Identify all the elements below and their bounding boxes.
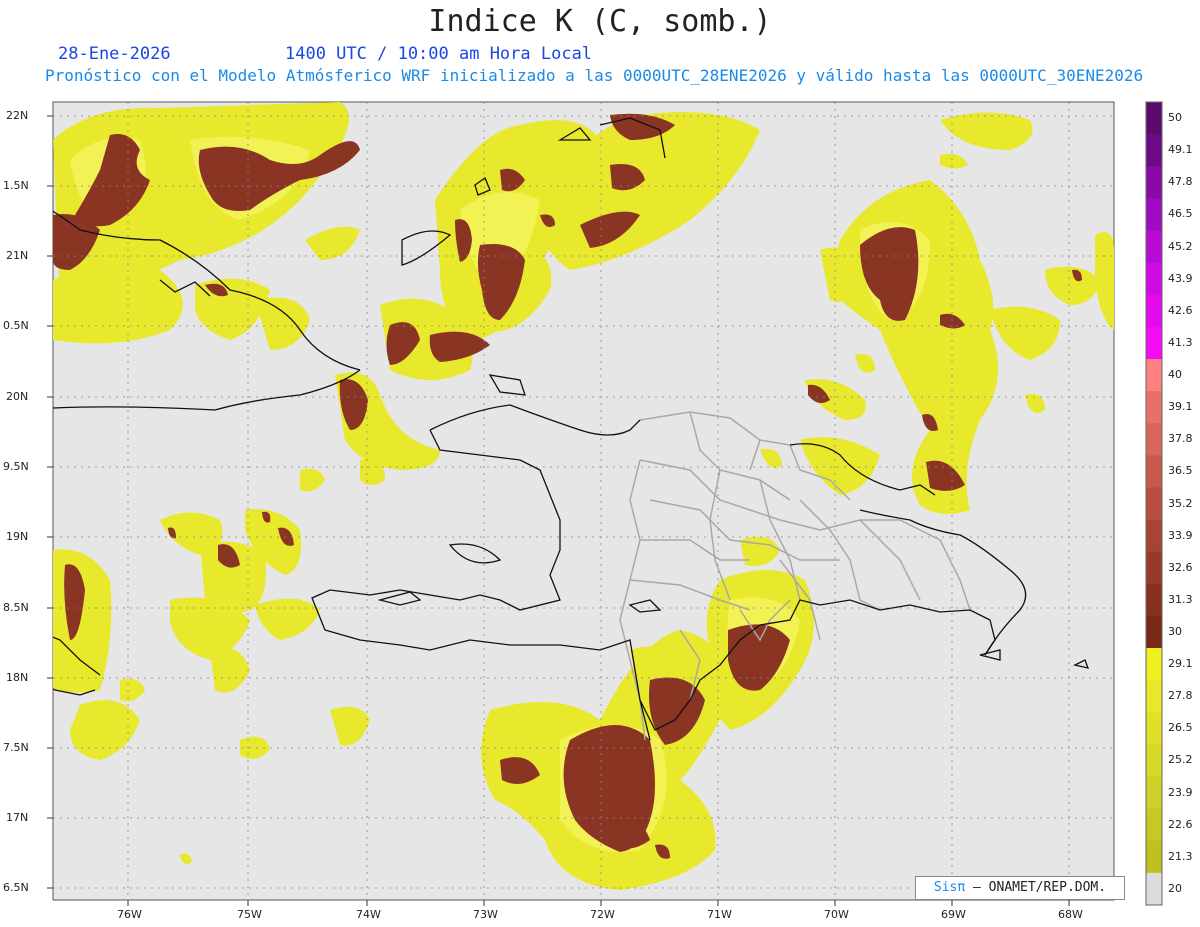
lat-label: 17N (6, 811, 29, 824)
colorbar-label: 33.9 (1168, 528, 1193, 542)
colorbar-label: 27.8 (1168, 689, 1193, 703)
lon-label: 76W (117, 908, 142, 921)
forecast-map (47, 101, 1163, 906)
lat-label: 19N (6, 530, 29, 543)
colorbar-label: 43.9 (1168, 271, 1193, 285)
colorbar-label: 42.6 (1168, 303, 1193, 317)
lat-label: 8.5N (3, 601, 29, 614)
colorbar-label: 31.3 (1168, 592, 1193, 606)
colorbar-label: 22.6 (1168, 817, 1193, 831)
lon-label: 68W (1058, 908, 1083, 921)
colorbar-swatch (1146, 230, 1162, 264)
colorbar-label: 20 (1168, 881, 1182, 895)
colorbar-swatch (1146, 744, 1162, 778)
colorbar-label: 36.5 (1168, 464, 1193, 478)
colorbar-label: 32.6 (1168, 560, 1193, 574)
colorbar-label: 23.9 (1168, 785, 1193, 799)
colorbar-swatch (1146, 326, 1162, 360)
lon-label: 69W (941, 908, 966, 921)
lat-label: 0.5N (3, 319, 29, 332)
colorbar-label: 29.1 (1168, 657, 1193, 671)
colorbar-label: 25.2 (1168, 753, 1193, 767)
colorbar-label: 50 (1168, 111, 1182, 125)
colorbar-swatch (1146, 134, 1162, 167)
colorbar-label: 30 (1168, 624, 1182, 638)
colorbar-swatch (1146, 166, 1162, 199)
colorbar-swatch (1146, 551, 1162, 585)
lat-label: 9.5N (3, 460, 29, 473)
credit-brand: Sisπ (933, 880, 966, 895)
colorbar-label: 46.5 (1168, 207, 1193, 221)
credit-text: – ONAMET/REP.DOM. (973, 880, 1107, 895)
colorbar (1145, 101, 1163, 906)
colorbar-swatch (1146, 358, 1162, 392)
lat-label: 22N (6, 109, 29, 122)
colorbar-label: 21.3 (1168, 849, 1193, 863)
lat-label: 18N (6, 671, 29, 684)
lat-label: 6.5N (3, 881, 29, 894)
colorbar-swatch (1146, 198, 1162, 231)
lon-label: 73W (473, 908, 498, 921)
colorbar-swatch (1146, 294, 1162, 328)
lat-label: 1.5N (3, 179, 29, 192)
colorbar-label: 45.2 (1168, 239, 1193, 253)
colorbar-swatch (1146, 102, 1162, 135)
colorbar-swatch (1146, 712, 1162, 745)
colorbar-label: 40 (1168, 368, 1182, 382)
lat-label: 21N (6, 249, 29, 262)
lon-label: 70W (824, 908, 849, 921)
lon-label: 74W (356, 908, 381, 921)
colorbar-label: 37.8 (1168, 432, 1193, 446)
colorbar-swatch (1146, 262, 1162, 296)
colorbar-swatch (1146, 615, 1162, 649)
lon-label: 75W (237, 908, 262, 921)
colorbar-label: 47.8 (1168, 175, 1193, 189)
colorbar-swatch (1146, 391, 1162, 424)
colorbar-label: 26.5 (1168, 721, 1193, 735)
colorbar-swatch (1146, 872, 1162, 906)
lat-label: 7.5N (3, 741, 29, 754)
colorbar-swatch (1146, 808, 1162, 842)
colorbar-swatch (1146, 648, 1162, 681)
colorbar-swatch (1146, 455, 1162, 488)
colorbar-label: 49.1 (1168, 143, 1193, 157)
colorbar-swatch (1146, 423, 1162, 456)
colorbar-label: 39.1 (1168, 400, 1193, 414)
colorbar-swatch (1146, 680, 1162, 713)
credit-box: Sisπ – ONAMET/REP.DOM. (915, 876, 1125, 900)
colorbar-swatch (1146, 583, 1162, 617)
colorbar-swatch (1146, 840, 1162, 874)
colorbar-label: 35.2 (1168, 496, 1193, 510)
colorbar-swatch (1146, 776, 1162, 810)
colorbar-swatch (1146, 519, 1162, 553)
lon-label: 72W (590, 908, 615, 921)
lat-label: 20N (6, 390, 29, 403)
colorbar-swatch (1146, 487, 1162, 521)
lon-label: 71W (707, 908, 732, 921)
colorbar-label: 41.3 (1168, 335, 1193, 349)
